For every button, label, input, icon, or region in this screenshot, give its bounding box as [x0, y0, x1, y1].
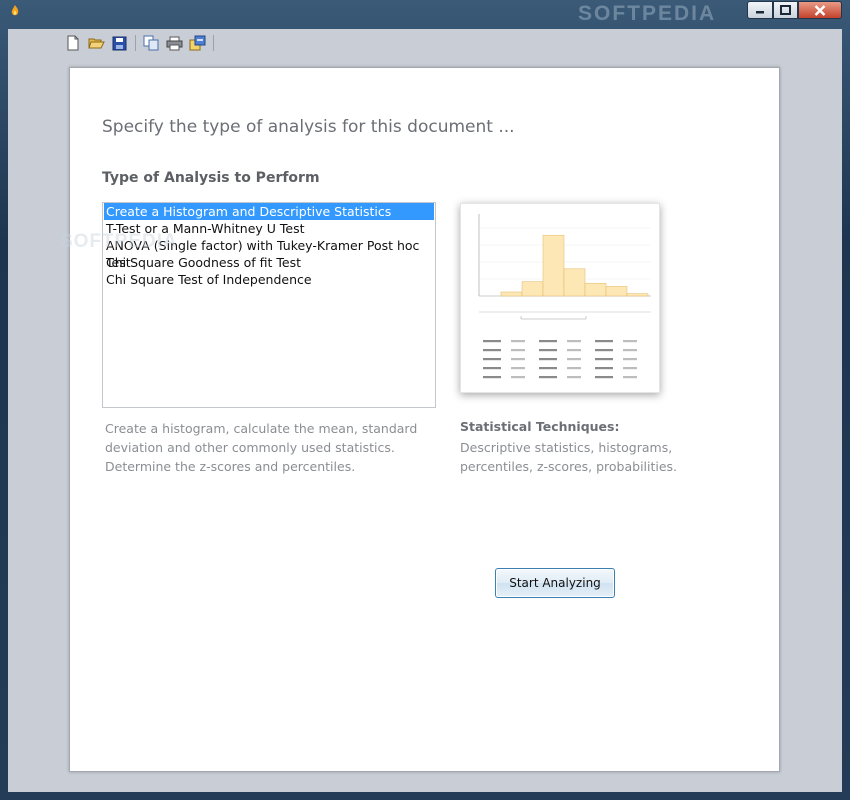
- new-document-icon: [67, 35, 79, 51]
- analysis-option[interactable]: Chi Square Test of Independence: [104, 271, 434, 288]
- preview-stats-text-line: [539, 349, 557, 352]
- techniques-description: Descriptive statistics, histograms, perc…: [460, 440, 678, 474]
- window-controls: [747, 1, 842, 19]
- close-button[interactable]: [798, 1, 842, 19]
- start-analyzing-button[interactable]: Start Analyzing: [495, 568, 615, 598]
- export-icon: [189, 35, 205, 51]
- preview-stats-text-line: [511, 340, 525, 343]
- preview-stats-text-line: [539, 358, 557, 361]
- open-button[interactable]: [87, 34, 105, 52]
- preview-stats-text-line: [623, 349, 637, 352]
- preview-bracket: [520, 316, 587, 320]
- preview-stats-text-line: [511, 358, 525, 361]
- preview-stats-text-line: [483, 376, 501, 379]
- softpedia-side-watermark: SOFTPEDIA: [60, 231, 178, 252]
- preview-stats-text-line: [539, 376, 557, 379]
- close-icon: [814, 4, 826, 16]
- preview-stats-text-line: [567, 376, 581, 379]
- maximize-button[interactable]: [773, 1, 798, 19]
- print-button[interactable]: [165, 34, 183, 52]
- analysis-description: Create a histogram, calculate the mean, …: [105, 421, 418, 474]
- preview-bar: [563, 268, 586, 297]
- preview-bar: [584, 282, 607, 297]
- histogram-preview-image: [460, 203, 660, 393]
- preview-bar: [500, 291, 523, 297]
- preview-stats-text-line: [483, 358, 501, 361]
- minimize-button[interactable]: [747, 1, 773, 19]
- preview-stats-text-line: [623, 358, 637, 361]
- save-icon: [112, 36, 126, 50]
- preview-bar: [605, 286, 628, 297]
- section-title: Type of Analysis to Perform: [102, 170, 320, 186]
- preview-stats-text-line: [511, 349, 525, 352]
- open-folder-icon: [87, 38, 105, 49]
- toolbar: [64, 33, 220, 53]
- toolbar-separator: [135, 35, 136, 51]
- analysis-panel: Specify the type of analysis for this do…: [69, 67, 780, 772]
- new-document-button[interactable]: [64, 34, 82, 52]
- preview-bar: [521, 281, 544, 297]
- toolbar-separator: [213, 35, 214, 51]
- techniques-title: Statistical Techniques:: [460, 419, 620, 434]
- analysis-option[interactable]: Chi Square Goodness of fit Test: [104, 254, 434, 271]
- page-title: Specify the type of analysis for this do…: [102, 117, 515, 137]
- preview-stats-text-line: [567, 340, 581, 343]
- print-icon: [166, 36, 182, 50]
- app-icon: [11, 5, 19, 16]
- preview-bar: [542, 234, 565, 297]
- preview-stats-text-line: [567, 358, 581, 361]
- preview-stats-text-line: [567, 367, 581, 370]
- preview-stats-text-line: [483, 349, 501, 352]
- preview-stats-text-line: [595, 376, 613, 379]
- preview-stats-text-line: [511, 367, 525, 370]
- copy-icon: [143, 35, 159, 51]
- preview-bar: [626, 293, 649, 297]
- title-bar[interactable]: SOFTPEDIA: [0, 0, 850, 25]
- preview-stats-text-line: [595, 340, 613, 343]
- softpedia-watermark: SOFTPEDIA: [578, 2, 717, 25]
- preview-stats-text-line: [623, 367, 637, 370]
- preview-stats-text-line: [623, 340, 637, 343]
- analysis-option[interactable]: Create a Histogram and Descriptive Stati…: [104, 203, 434, 220]
- minimize-icon: [756, 11, 764, 14]
- preview-stats-text-line: [567, 349, 581, 352]
- preview-stats-text-line: [595, 367, 613, 370]
- maximize-icon: [780, 5, 791, 15]
- preview-stats-text-line: [539, 340, 557, 343]
- preview-stats-text-line: [483, 367, 501, 370]
- copy-button[interactable]: [142, 34, 160, 52]
- preview-stats-text-line: [539, 367, 557, 370]
- export-button[interactable]: [188, 34, 206, 52]
- preview-stats-text-line: [595, 349, 613, 352]
- save-button[interactable]: [110, 34, 128, 52]
- preview-stats-text-line: [623, 376, 637, 379]
- client-area: Specify the type of analysis for this do…: [8, 29, 842, 792]
- app-window: SOFTPEDIA Specify the type of analysis f…: [0, 0, 850, 800]
- preview-stats-text-line: [483, 340, 501, 343]
- preview-stats-text-line: [511, 376, 525, 379]
- preview-stats-text-line: [595, 358, 613, 361]
